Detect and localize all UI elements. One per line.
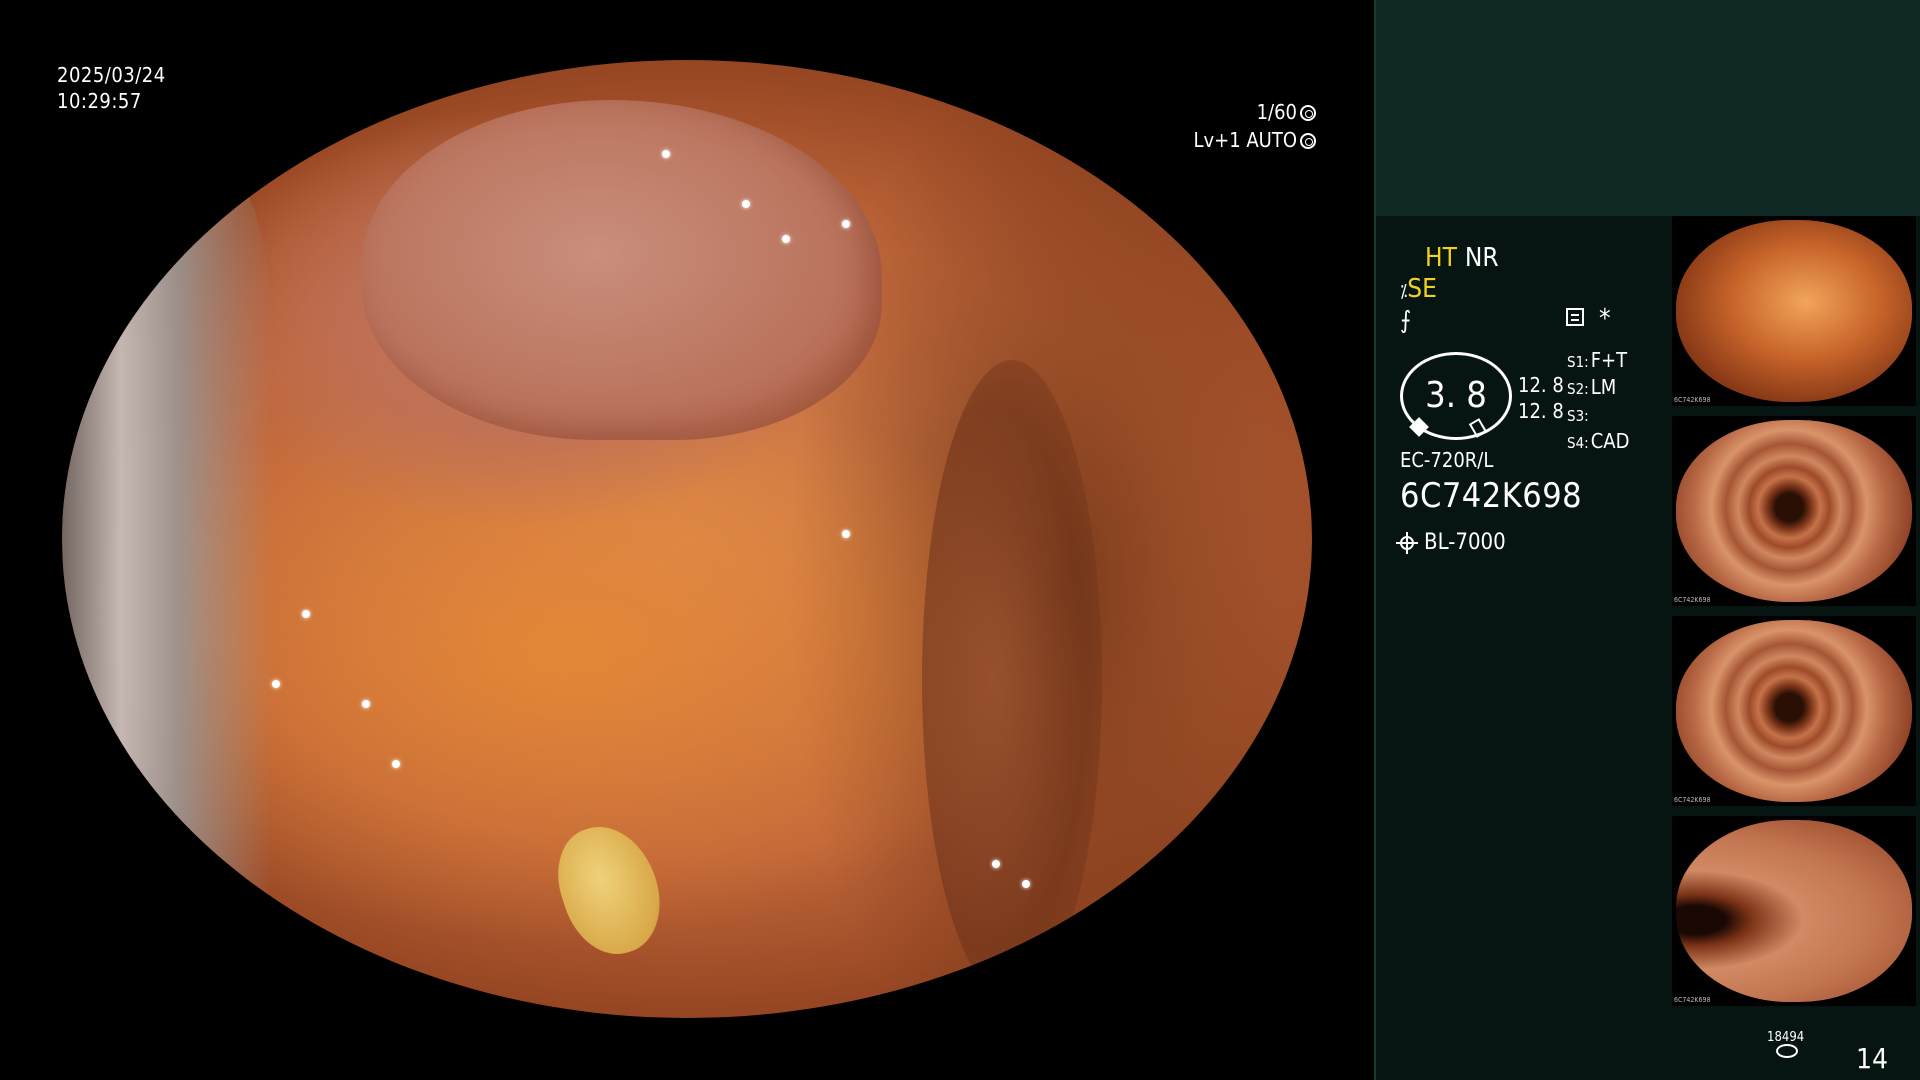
thumbnail-image — [1676, 820, 1912, 1002]
gauge-numbers: 12. 8 12. 8 — [1518, 372, 1564, 424]
specular-highlight — [392, 760, 400, 768]
thumbnail-label: 6C742K698 — [1674, 996, 1711, 1004]
time-label: 10:29:57 — [57, 89, 142, 113]
endoscope-view — [62, 60, 1312, 1018]
mode-nr: NR — [1464, 243, 1499, 273]
gauge-value: 3. 8 — [1425, 375, 1487, 416]
specular-highlight — [782, 235, 790, 243]
switch-settings: S1: F+T S2: LM S3: S4: CAD — [1567, 348, 1629, 456]
specular-highlight — [842, 220, 850, 228]
settings-icon — [1566, 308, 1584, 326]
level-label: Lv+1 — [1193, 128, 1241, 152]
thumbnail-image — [1676, 420, 1912, 602]
thumbnail-label: 6C742K698 — [1674, 796, 1711, 804]
star-icon: * — [1599, 304, 1611, 334]
iris-label: AUTO — [1246, 128, 1297, 152]
enhance-icon: ⨍ — [1400, 306, 1412, 334]
specular-highlight — [362, 700, 370, 708]
scope-model: EC-720R/L — [1400, 448, 1494, 472]
thumbnail-label: 6C742K698 — [1674, 596, 1711, 604]
specular-highlight — [302, 610, 310, 618]
scope-lens-edge — [62, 180, 272, 1000]
thumbnail-4[interactable]: 6C742K698 — [1672, 816, 1916, 1006]
light-source-label: BL-7000 — [1424, 530, 1506, 555]
switch-key: S4: — [1567, 434, 1589, 452]
storage-count: 18494 — [1767, 1030, 1805, 1045]
mucosal-fold — [362, 100, 882, 440]
switch-value: F+T — [1590, 348, 1628, 372]
mode-row-2: ⁒SE — [1400, 274, 1437, 304]
mucosal-crease — [922, 360, 1102, 1000]
specular-highlight — [662, 150, 670, 158]
thumbnail-image — [1676, 620, 1912, 802]
thumbnail-1[interactable]: 6C742K698 — [1672, 216, 1916, 406]
shutter-speed: 1/60 — [1256, 100, 1297, 124]
specular-highlight — [842, 530, 850, 538]
exposure-overlay: 1/60 Lv+1 AUTO — [1193, 98, 1316, 154]
yellow-lesion — [544, 813, 675, 967]
specular-highlight — [272, 680, 280, 688]
switch-key: S1: — [1567, 353, 1589, 371]
storage-icon — [1776, 1044, 1798, 1058]
mode-row-1: HT NR — [1425, 243, 1499, 273]
gauge-number: 12. 8 — [1518, 399, 1564, 423]
specular-highlight — [1022, 880, 1030, 888]
gauge-number: 12. 8 — [1518, 373, 1564, 397]
thumbnail-label: 6C742K698 — [1674, 396, 1711, 404]
switch-key: S3: — [1567, 407, 1589, 425]
specular-highlight — [992, 860, 1000, 868]
mode-row-3: ⨍ — [1400, 306, 1411, 334]
thumbnail-3[interactable]: 6C742K698 — [1672, 616, 1916, 806]
shutter-icon — [1300, 105, 1316, 121]
scope-serial: 6C742K698 — [1400, 476, 1583, 516]
iris-icon — [1300, 133, 1316, 149]
light-icon — [1396, 531, 1418, 554]
switch-key: S2: — [1567, 380, 1589, 398]
mode-se: SE — [1407, 274, 1437, 304]
light-source: BL-7000 — [1396, 530, 1506, 555]
datetime-overlay: 2025/03/24 10:29:57 — [57, 62, 166, 114]
capture-count: 14 — [1856, 1042, 1889, 1075]
switch-value: CAD — [1590, 429, 1630, 453]
thumbnail-2[interactable]: 6C742K698 — [1672, 416, 1916, 606]
thumbnail-image — [1676, 220, 1912, 402]
mode-ht: HT — [1425, 243, 1457, 273]
switch-value: LM — [1590, 375, 1617, 399]
specular-highlight — [742, 200, 750, 208]
panel-header — [1376, 0, 1920, 216]
date-label: 2025/03/24 — [57, 63, 166, 87]
